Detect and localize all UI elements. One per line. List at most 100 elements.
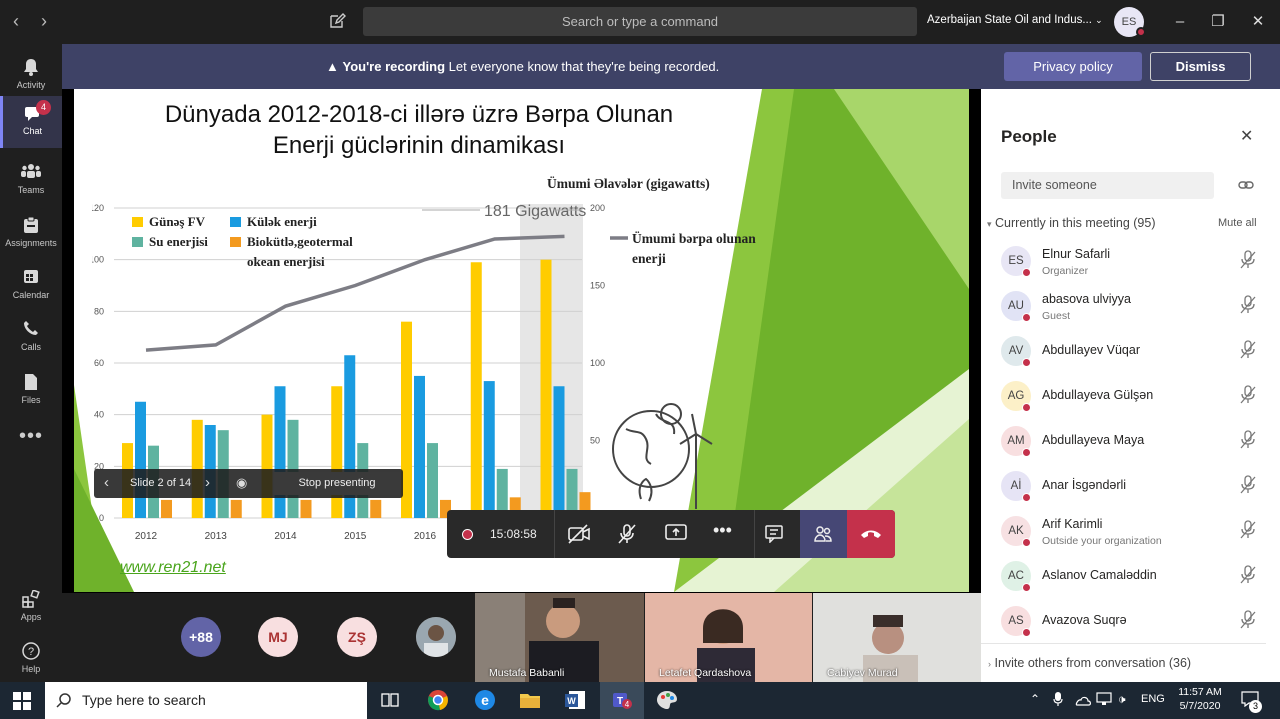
chrome-icon[interactable] (427, 689, 449, 716)
y-tick-label: 40 (94, 410, 104, 420)
close-pane-icon[interactable]: ✕ (1240, 126, 1253, 146)
section-header[interactable]: ▾ Currently in this meeting (95) (987, 216, 1156, 230)
mute-all-button[interactable]: Mute all (1218, 217, 1257, 229)
org-switcher[interactable]: Azerbaijan State Oil and Indus... ⌄ (927, 14, 1103, 26)
previous-slide-icon[interactable]: ‹ (104, 474, 109, 491)
rail-activity[interactable]: Activity (0, 50, 62, 102)
assignments-icon (0, 216, 62, 236)
windows-start-icon[interactable] (13, 692, 31, 715)
network-icon[interactable] (1096, 692, 1114, 711)
participant-avatar[interactable]: MJ (258, 617, 298, 657)
back-icon[interactable]: ‹ (6, 11, 26, 31)
presence-busy-icon (1022, 358, 1031, 367)
rail-calendar[interactable]: Calendar (0, 260, 62, 312)
task-view-icon[interactable] (381, 691, 399, 714)
mic-muted-icon[interactable] (1239, 430, 1257, 450)
rail-help[interactable]: ? Help (0, 634, 62, 686)
rail-assignments[interactable]: Assignments (0, 208, 62, 260)
minimize-icon[interactable]: – (1170, 12, 1190, 32)
link-icon[interactable] (1238, 178, 1254, 196)
svg-text:e: e (481, 692, 489, 708)
participant-row[interactable]: AV Abdullayev Vüqar (981, 330, 1280, 375)
teams-taskbar-button[interactable]: T4 (600, 682, 644, 719)
paint-icon[interactable] (656, 689, 678, 716)
recording-notice: ▲ You're recording Let everyone know tha… (326, 59, 719, 74)
next-slide-icon[interactable]: › (205, 474, 210, 491)
rail-chat[interactable]: Chat (0, 96, 62, 148)
file-explorer-icon[interactable] (519, 690, 541, 715)
mic-muted-icon[interactable] (1239, 385, 1257, 405)
x-tick-label: 2014 (274, 531, 297, 542)
close-window-icon[interactable]: ✕ (1248, 12, 1268, 32)
clock[interactable]: 11:57 AM 5/7/2020 (1176, 685, 1224, 713)
participant-row[interactable]: AK Arif Karimli Outside your organization (981, 510, 1280, 555)
participant-name: Avazova Suqrə (1042, 613, 1127, 627)
participant-row[interactable]: AS Avazova Suqrə (981, 600, 1280, 645)
participant-role: Organizer (1042, 265, 1089, 277)
taskbar-search-input[interactable]: Type here to search (45, 682, 367, 719)
participant-name: Aslanov Camaləddin (1042, 568, 1157, 582)
y-tick-label: 100 (92, 255, 104, 265)
command-search-input[interactable]: Search or type a command (363, 7, 917, 36)
eye-icon[interactable]: ◉ (236, 475, 247, 491)
y-tick-label: 60 (94, 358, 104, 368)
slide-title-line1: Dünyada 2012-2018-ci illərə üzrə Bərpa O… (164, 101, 674, 128)
participant-avatar[interactable]: ZŞ (337, 617, 377, 657)
forward-icon[interactable]: › (34, 11, 54, 31)
edge-icon[interactable]: e (474, 689, 496, 716)
input-language[interactable]: ENG (1141, 693, 1165, 705)
more-actions-icon[interactable]: ••• (713, 520, 732, 541)
rail-files[interactable]: Files (0, 365, 62, 417)
mic-muted-icon[interactable] (617, 523, 637, 550)
presence-busy-icon (1022, 493, 1031, 502)
video-tile[interactable]: Cabiyev Murad (813, 593, 981, 682)
mic-muted-icon[interactable] (1239, 610, 1257, 630)
participant-row[interactable]: AM Abdullayeva Maya (981, 420, 1280, 465)
participant-row[interactable]: AC Aslanov Camaləddin (981, 555, 1280, 600)
mic-muted-icon[interactable] (1239, 565, 1257, 585)
video-tile[interactable]: Mustafa Babanli (475, 593, 644, 682)
rail-label: Calendar (12, 290, 50, 300)
legend-label: Su enerjisi (149, 234, 208, 249)
x-tick-label: 2012 (135, 531, 158, 542)
mic-muted-icon[interactable] (1239, 250, 1257, 270)
mic-muted-icon[interactable] (1239, 475, 1257, 495)
more-apps-icon[interactable]: ••• (0, 425, 62, 448)
maximize-icon[interactable]: ❐ (1208, 12, 1228, 32)
dismiss-button[interactable]: Dismiss (1150, 52, 1251, 81)
show-hidden-icons[interactable]: ⌃ (1030, 692, 1040, 706)
y2-tick-label: 50 (590, 436, 600, 446)
bar (427, 443, 438, 518)
microphone-tray-icon[interactable] (1053, 691, 1063, 712)
y-tick-label: 120 (92, 203, 104, 213)
participant-row[interactable]: AU abasova ulviyya Guest (981, 285, 1280, 330)
volume-icon[interactable]: 🕩 (1118, 692, 1126, 707)
bar (261, 414, 273, 518)
rail-label: Files (21, 395, 41, 405)
video-tile[interactable]: Letafet Qardashova (645, 593, 812, 682)
word-icon[interactable]: W (564, 689, 586, 716)
participant-row[interactable]: ES Elnur Safarli Organizer (981, 240, 1280, 285)
invite-from-conversation[interactable]: › Invite others from conversation (36) (988, 656, 1191, 670)
stop-presenting-button[interactable]: Stop presenting (274, 472, 400, 495)
mic-muted-icon[interactable] (1239, 520, 1257, 540)
invite-someone-input[interactable]: Invite someone (1001, 172, 1214, 199)
mic-muted-icon[interactable] (1239, 340, 1257, 360)
source-link[interactable]: www.ren21.net (120, 559, 226, 577)
participant-row[interactable]: AG Abdullayeva Gülşən (981, 375, 1280, 420)
participant-photo-avatar[interactable] (416, 617, 456, 657)
more-participants-badge[interactable]: +88 (181, 617, 221, 657)
presence-busy-icon (1022, 448, 1031, 457)
rail-calls[interactable]: Calls (0, 312, 62, 364)
conversation-icon[interactable] (765, 525, 783, 548)
rail-apps[interactable]: Apps (0, 582, 62, 634)
bar (161, 499, 172, 518)
camera-off-icon[interactable] (567, 523, 591, 550)
rail-teams[interactable]: Teams (0, 155, 62, 207)
share-screen-icon[interactable] (665, 523, 687, 548)
new-chat-icon[interactable] (328, 12, 346, 30)
privacy-policy-button[interactable]: Privacy policy (1004, 52, 1142, 81)
participant-row[interactable]: Aİ Anar İsgəndərli (981, 465, 1280, 510)
onedrive-icon[interactable] (1073, 693, 1091, 711)
mic-muted-icon[interactable] (1239, 295, 1257, 315)
